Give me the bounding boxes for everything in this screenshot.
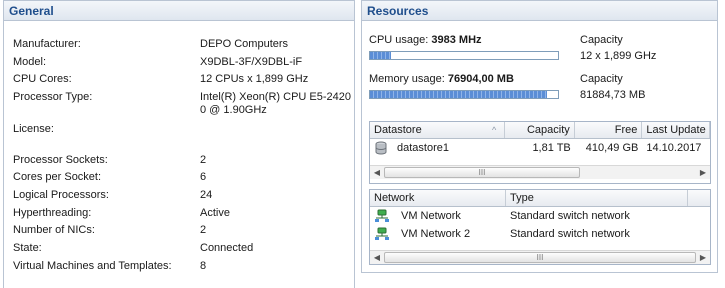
cpu-usage-text: CPU usage: 3983 MHz xyxy=(369,34,559,46)
scroll-thumb[interactable]: III xyxy=(384,167,580,178)
datastore-horizontal-scrollbar[interactable]: ◀ III ▶ xyxy=(370,165,710,179)
hyperthreading-label: Hyperthreading: xyxy=(13,207,92,219)
network-name-cell: VM Network xyxy=(370,209,506,223)
memory-usage-bar xyxy=(369,90,559,99)
memory-usage-bar-fill xyxy=(370,91,547,98)
cpu-usage-value: 3983 MHz xyxy=(431,34,482,46)
state-label: State: xyxy=(13,242,42,254)
column-datastore[interactable]: Datastore ^ xyxy=(370,122,506,138)
processor-sockets-value: 2 xyxy=(200,154,207,166)
number-of-nics-label: Number of NICs: xyxy=(13,224,95,236)
scroll-thumb[interactable]: III xyxy=(384,252,696,263)
database-icon xyxy=(375,141,387,155)
cpu-usage-bar xyxy=(369,51,559,60)
scroll-right-icon[interactable]: ▶ xyxy=(696,253,710,262)
processor-type-label: Processor Type: xyxy=(13,91,93,103)
license-label: License: xyxy=(13,123,54,135)
memory-usage-label: Memory usage: xyxy=(369,73,445,85)
scroll-left-icon[interactable]: ◀ xyxy=(370,253,384,262)
processor-sockets-label: Processor Sockets: xyxy=(13,154,108,166)
table-row[interactable]: datastore1 1,81 TB 410,49 GB 14.10.2017 xyxy=(370,139,710,157)
vms-templates-value: 8 xyxy=(200,260,207,272)
cpu-cores-label: CPU Cores: xyxy=(13,73,72,85)
scroll-right-icon[interactable]: ▶ xyxy=(696,168,710,177)
resources-panel: Resources CPU usage: 3983 MHz Capacity 1… xyxy=(361,0,718,273)
network-table[interactable]: Network Type VM Network Standard switch … xyxy=(369,189,711,265)
cpu-capacity-label: Capacity xyxy=(580,34,623,46)
general-panel-title: General xyxy=(4,1,354,21)
column-network[interactable]: Network xyxy=(370,190,506,206)
cpu-usage-bar-fill xyxy=(370,52,391,59)
logical-processors-value: 24 xyxy=(200,189,213,201)
hyperthreading-value: Active xyxy=(200,207,230,219)
logical-processors-label: Logical Processors: xyxy=(13,189,109,201)
cores-per-socket-label: Cores per Socket: xyxy=(13,171,102,183)
network-icon xyxy=(375,227,389,240)
network-type: Standard switch network xyxy=(510,210,630,222)
datastore-table[interactable]: Datastore ^ Capacity Free Last Update da… xyxy=(369,121,711,184)
state-value: Connected xyxy=(200,242,254,254)
column-free[interactable]: Free xyxy=(575,122,643,138)
cpu-cores-value: 12 CPUs x 1,899 GHz xyxy=(200,73,309,85)
column-datastore-label: Datastore xyxy=(374,124,422,136)
cpu-usage-label: CPU usage: xyxy=(369,34,429,46)
column-type[interactable]: Type xyxy=(506,190,688,206)
scroll-left-icon[interactable]: ◀ xyxy=(370,168,384,177)
datastore-table-header: Datastore ^ Capacity Free Last Update xyxy=(370,122,710,139)
datastore-free: 410,49 GB xyxy=(585,142,639,154)
datastore-name: datastore1 xyxy=(397,142,449,154)
network-name-cell: VM Network 2 xyxy=(370,227,506,241)
general-panel: General Manufacturer: DEPO Computers Mod… xyxy=(3,0,355,288)
number-of-nics-value: 2 xyxy=(200,224,207,236)
cpu-capacity-value: 12 x 1,899 GHz xyxy=(580,50,657,62)
manufacturer-value: DEPO Computers xyxy=(200,38,289,50)
model-label: Model: xyxy=(13,56,47,68)
datastore-name-cell: datastore1 xyxy=(370,141,505,155)
vms-templates-label: Virtual Machines and Templates: xyxy=(13,260,172,272)
table-row[interactable]: VM Network Standard switch network xyxy=(370,207,710,225)
table-row[interactable]: VM Network 2 Standard switch network xyxy=(370,225,710,243)
column-capacity[interactable]: Capacity xyxy=(505,122,575,138)
memory-capacity-label: Capacity xyxy=(580,73,623,85)
memory-usage-value: 76904,00 MB xyxy=(447,73,514,85)
network-horizontal-scrollbar[interactable]: ◀ III ▶ xyxy=(370,250,710,264)
sort-arrow-icon: ^ xyxy=(491,125,497,135)
datastore-capacity: 1,81 TB xyxy=(532,142,571,154)
manufacturer-label: Manufacturer: xyxy=(13,38,81,50)
model-value: X9DBL-3F/X9DBL-iF xyxy=(200,56,303,68)
resources-panel-title: Resources xyxy=(362,1,717,21)
processor-type-value-line2: 0 @ 1.90GHz xyxy=(200,104,267,116)
cores-per-socket-value: 6 xyxy=(200,171,207,183)
network-name: VM Network xyxy=(401,210,461,222)
column-last-update[interactable]: Last Update xyxy=(642,122,710,138)
network-name: VM Network 2 xyxy=(401,228,471,240)
memory-usage-text: Memory usage: 76904,00 MB xyxy=(369,73,559,85)
memory-capacity-value: 81884,73 MB xyxy=(580,89,646,101)
datastore-last-update: 14.10.2017 xyxy=(646,142,702,154)
network-icon xyxy=(375,209,389,222)
network-table-header: Network Type xyxy=(370,190,710,207)
network-type: Standard switch network xyxy=(510,228,630,240)
processor-type-value: Intel(R) Xeon(R) CPU E5-2420 xyxy=(200,91,352,103)
